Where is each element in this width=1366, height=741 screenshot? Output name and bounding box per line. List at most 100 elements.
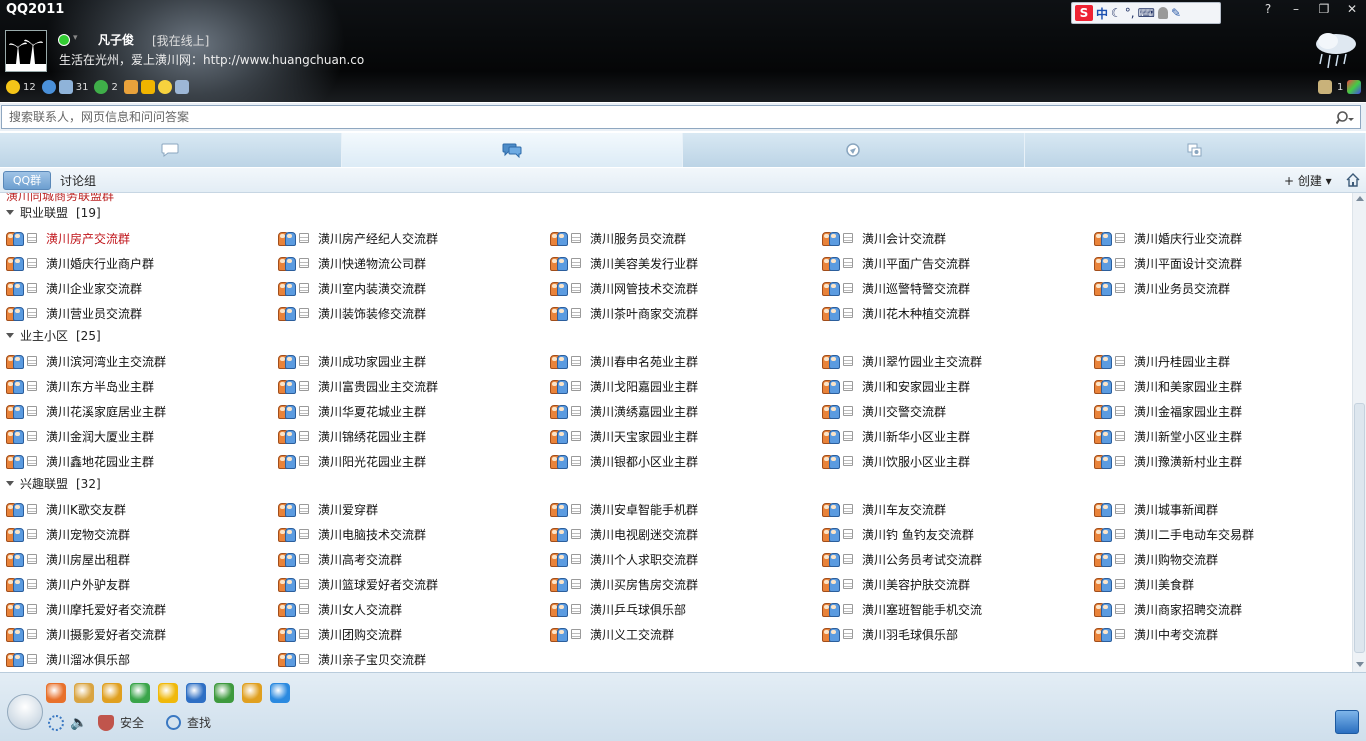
- message-setting-icon[interactable]: [843, 381, 853, 391]
- message-setting-icon[interactable]: [843, 579, 853, 589]
- group-list-item[interactable]: 潢川女人交流群: [278, 598, 538, 620]
- group-list-item[interactable]: 潢川室内装潢交流群: [278, 277, 538, 299]
- group-list-item[interactable]: 潢川网管技术交流群: [550, 277, 810, 299]
- group-list-item[interactable]: 潢川营业员交流群: [6, 302, 266, 324]
- sound-icon[interactable]: 🔈: [70, 715, 86, 731]
- group-list-item[interactable]: 潢川和安家园业主群: [822, 375, 1082, 397]
- category-header[interactable]: 兴趣联盟[32]: [0, 474, 1352, 494]
- friends-icon[interactable]: [74, 683, 94, 703]
- message-setting-icon[interactable]: [843, 529, 853, 539]
- group-list-item[interactable]: 潢川巡警特警交流群: [822, 277, 1082, 299]
- message-setting-icon[interactable]: [27, 406, 37, 416]
- scroll-down-icon[interactable]: [1356, 662, 1364, 667]
- message-setting-icon[interactable]: [843, 356, 853, 366]
- group-list-item[interactable]: 潢川豫潢新村业主群: [1094, 450, 1352, 472]
- message-setting-icon[interactable]: [299, 233, 309, 243]
- message-setting-icon[interactable]: [843, 233, 853, 243]
- signature[interactable]: 生活在光州，爱上潢川网：http://www.huangchuan.co: [59, 51, 364, 68]
- help-icon[interactable]: ?: [1254, 0, 1282, 18]
- group-list-item[interactable]: 潢川爱穿群: [278, 498, 538, 520]
- group-list-item[interactable]: 潢川亲子宝贝交流群: [278, 648, 538, 670]
- security-shield-icon[interactable]: [98, 715, 114, 731]
- message-setting-icon[interactable]: [571, 381, 581, 391]
- home-icon[interactable]: [1345, 172, 1361, 188]
- message-setting-icon[interactable]: [1115, 529, 1125, 539]
- message-setting-icon[interactable]: [571, 356, 581, 366]
- message-setting-icon[interactable]: [571, 529, 581, 539]
- message-setting-icon[interactable]: [299, 554, 309, 564]
- group-list-item[interactable]: 潢川锦绣花园业主群: [278, 425, 538, 447]
- group-list-item[interactable]: 潢川翠竹园业主交流群: [822, 350, 1082, 372]
- group-list-item[interactable]: 潢川房产交流群: [6, 227, 266, 249]
- message-setting-icon[interactable]: [1115, 579, 1125, 589]
- clover-icon[interactable]: [94, 80, 108, 94]
- online-status-icon[interactable]: [58, 34, 70, 46]
- message-setting-icon[interactable]: [1115, 554, 1125, 564]
- scroll-thumb[interactable]: [1354, 403, 1365, 653]
- group-list-item[interactable]: 潢川鑫地花园业主群: [6, 450, 266, 472]
- group-list-item[interactable]: 潢川电脑技术交流群: [278, 523, 538, 545]
- wrench-icon[interactable]: ✎: [1171, 6, 1181, 20]
- message-setting-icon[interactable]: [299, 283, 309, 293]
- group-list-item[interactable]: 潢川安卓智能手机群: [550, 498, 810, 520]
- message-setting-icon[interactable]: [571, 283, 581, 293]
- collapse-arrow-icon[interactable]: [6, 481, 14, 486]
- star-icon[interactable]: [6, 80, 20, 94]
- message-setting-icon[interactable]: [299, 258, 309, 268]
- message-setting-icon[interactable]: [843, 258, 853, 268]
- qzone-icon[interactable]: [42, 80, 56, 94]
- group-list-item[interactable]: 潢川滨河湾业主交流群: [6, 350, 266, 372]
- group-list-item[interactable]: 潢川塞班智能手机交流: [822, 598, 1082, 620]
- pet-penguin-icon[interactable]: [102, 683, 122, 703]
- message-setting-icon[interactable]: [299, 629, 309, 639]
- nickname[interactable]: 凡子俊: [98, 31, 134, 48]
- group-list-item[interactable]: 潢川银都小区业主群: [550, 450, 810, 472]
- group-list-item[interactable]: 潢川摩托爱好者交流群: [6, 598, 266, 620]
- group-list-item[interactable]: 潢川乒乓球俱乐部: [550, 598, 810, 620]
- message-setting-icon[interactable]: [299, 308, 309, 318]
- message-setting-icon[interactable]: [27, 283, 37, 293]
- message-setting-icon[interactable]: [27, 258, 37, 268]
- checklist-icon[interactable]: [46, 683, 66, 703]
- message-setting-icon[interactable]: [299, 504, 309, 514]
- pet-icon[interactable]: [124, 80, 138, 94]
- message-setting-icon[interactable]: [571, 554, 581, 564]
- message-setting-icon[interactable]: [843, 431, 853, 441]
- group-list-item[interactable]: 潢川天宝家园业主群: [550, 425, 810, 447]
- group-list-item[interactable]: 潢川电视剧迷交流群: [550, 523, 810, 545]
- group-list-item[interactable]: 潢川戈阳嘉园业主群: [550, 375, 810, 397]
- message-setting-icon[interactable]: [1115, 406, 1125, 416]
- group-list-item[interactable]: 潢川阳光花园业主群: [278, 450, 538, 472]
- message-setting-icon[interactable]: [571, 431, 581, 441]
- group-list-item[interactable]: 潢川和美家园业主群: [1094, 375, 1352, 397]
- message-setting-icon[interactable]: [299, 654, 309, 664]
- group-list-item[interactable]: 潢川二手电动车交易群: [1094, 523, 1352, 545]
- group-list-item[interactable]: 潢川潢绣嘉园业主群: [550, 400, 810, 422]
- group-list-item[interactable]: 潢川富贵园业主交流群: [278, 375, 538, 397]
- tab-discussion-groups[interactable]: 讨论组: [60, 172, 96, 189]
- group-list-item[interactable]: 潢川宠物交流群: [6, 523, 266, 545]
- message-setting-icon[interactable]: [1115, 604, 1125, 614]
- group-list-item[interactable]: 潢川美容护肤交流群: [822, 573, 1082, 595]
- group-list-item[interactable]: 潢川交警交流群: [822, 400, 1082, 422]
- message-setting-icon[interactable]: [27, 381, 37, 391]
- group-list-item[interactable]: 潢川华夏花城业主群: [278, 400, 538, 422]
- skin-icon[interactable]: [1347, 80, 1361, 94]
- message-setting-icon[interactable]: [571, 456, 581, 466]
- grid-app-icon[interactable]: [242, 683, 262, 703]
- group-list-item[interactable]: 潢川茶叶商家交流群: [550, 302, 810, 324]
- message-setting-icon[interactable]: [299, 456, 309, 466]
- message-setting-icon[interactable]: [299, 579, 309, 589]
- category-header[interactable]: 业主小区[25]: [0, 326, 1352, 346]
- message-setting-icon[interactable]: [1115, 504, 1125, 514]
- message-setting-icon[interactable]: [571, 604, 581, 614]
- message-setting-icon[interactable]: [843, 456, 853, 466]
- group-list-item[interactable]: 潢川金福家园业主群: [1094, 400, 1352, 422]
- app-box-icon[interactable]: [1335, 710, 1359, 734]
- message-setting-icon[interactable]: [27, 554, 37, 564]
- message-setting-icon[interactable]: [571, 629, 581, 639]
- close-icon[interactable]: ✕: [1338, 0, 1366, 18]
- find-search-icon[interactable]: [166, 715, 181, 730]
- message-setting-icon[interactable]: [1115, 431, 1125, 441]
- smile-icon[interactable]: [158, 80, 172, 94]
